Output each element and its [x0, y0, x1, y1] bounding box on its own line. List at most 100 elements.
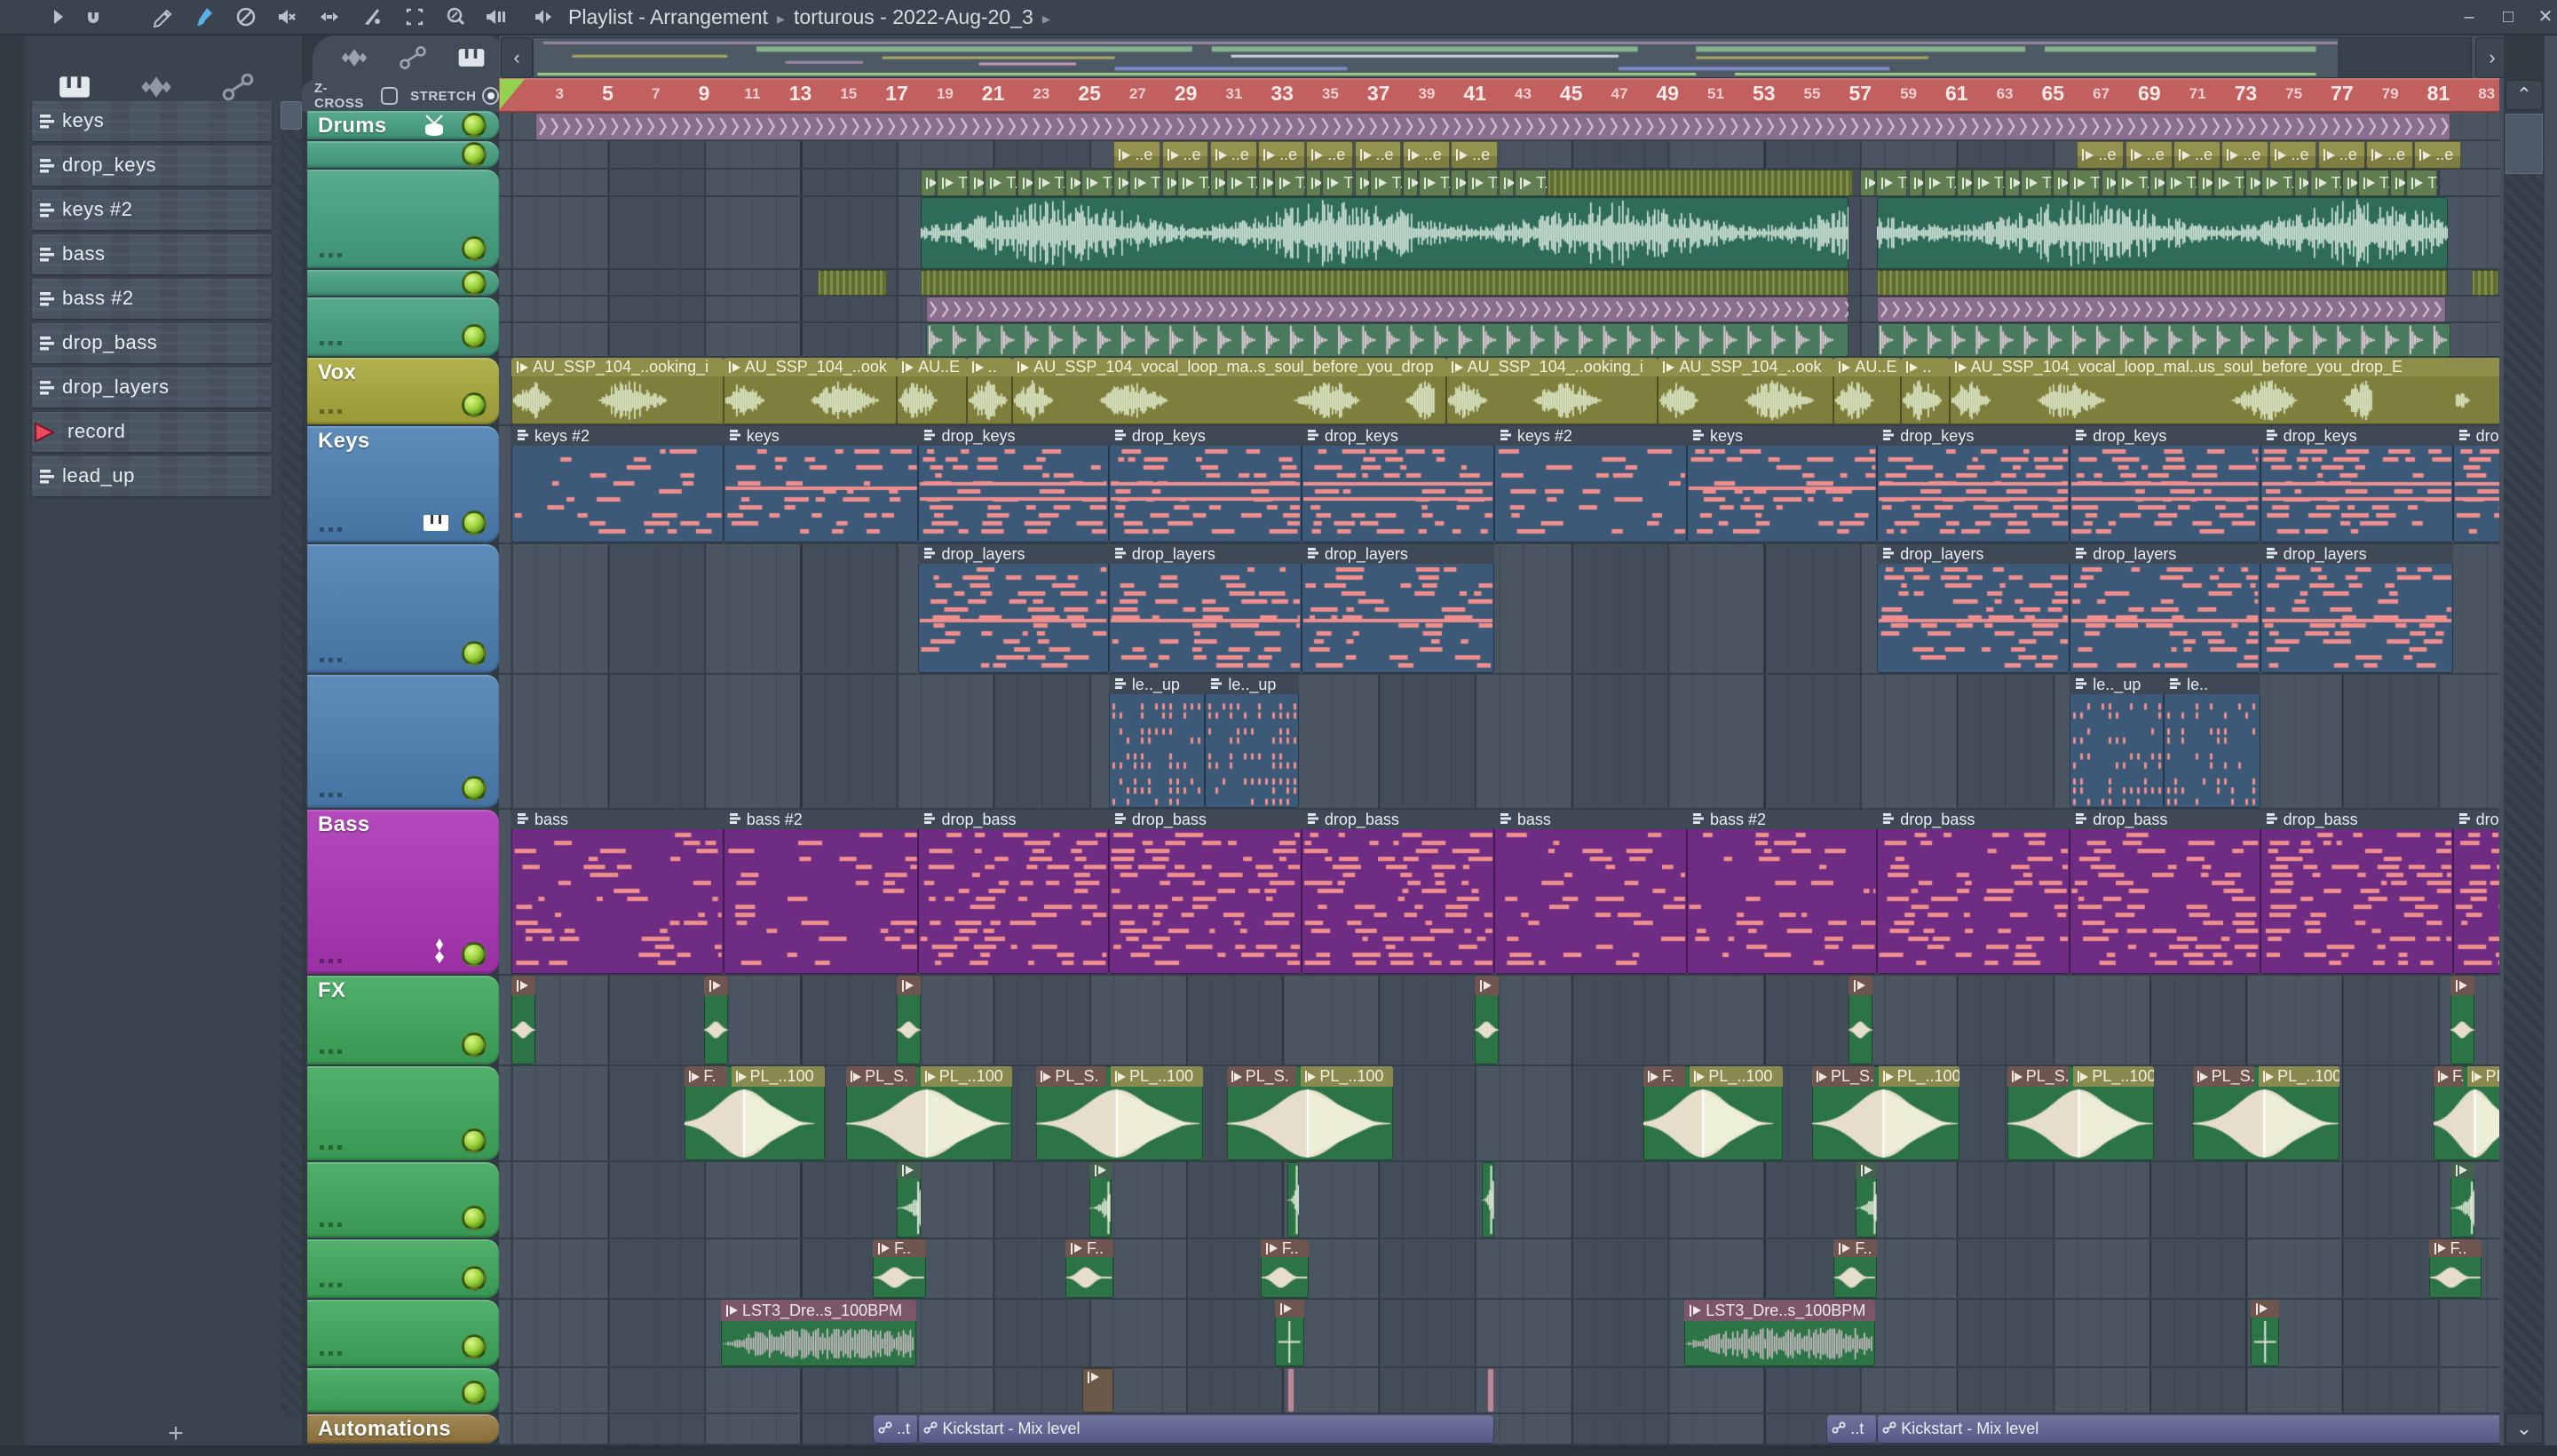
- track-header-drums-1[interactable]: [307, 141, 499, 168]
- track-mute-led[interactable]: [462, 942, 487, 967]
- playlist-clip-auto[interactable]: Kickstart - Mix level: [1877, 1414, 2499, 1444]
- playlist-clip-hit[interactable]: [2250, 1300, 2280, 1366]
- playlist-clip-fx3[interactable]: [897, 1162, 922, 1238]
- track-mute-led[interactable]: [462, 270, 487, 296]
- playlist-clip-stripe[interactable]: [817, 270, 888, 296]
- playlist-clip-twide[interactable]: T..: [1515, 170, 1547, 196]
- playlist-clip-tthin[interactable]: [1306, 170, 1322, 196]
- playlist-clip-pink[interactable]: [1486, 1368, 1494, 1412]
- playlist-clip-olive[interactable]: ..e: [2077, 141, 2125, 169]
- patterns-tab[interactable]: [51, 69, 105, 105]
- playlist-clip-riser[interactable]: F. PL_..100: [1643, 1066, 1784, 1160]
- paint-brush-icon[interactable]: [190, 4, 217, 29]
- playlist-clip-vox[interactable]: AU_SSP_104_vocal_loop_ma..s_soul_before_…: [1012, 358, 1446, 424]
- playlist-clip-midi[interactable]: drop_bass: [1108, 810, 1302, 974]
- track-mute-led[interactable]: [462, 142, 487, 167]
- track-header-drums-4[interactable]: [307, 297, 499, 356]
- playlist-clip-fx3[interactable]: [2450, 1162, 2475, 1238]
- track-mute-led[interactable]: [462, 510, 487, 535]
- playlist-clip-twide[interactable]: T..: [1418, 170, 1450, 196]
- playlist-clip-twide[interactable]: T..: [1972, 170, 2004, 196]
- pattern-item-lead-up[interactable]: lead_up: [32, 456, 272, 496]
- automation-tab[interactable]: [215, 69, 268, 105]
- playlist-clip-riser[interactable]: F. PL_..1: [2433, 1066, 2499, 1160]
- playlist-clip-tthin[interactable]: [2293, 170, 2309, 196]
- playlist-clip-midi[interactable]: drop_layers: [2070, 544, 2260, 673]
- playlist-clip-fx4[interactable]: F..: [1260, 1239, 1309, 1298]
- track-mute-led[interactable]: [462, 1033, 487, 1057]
- playlist-clip-tthin[interactable]: [1209, 170, 1225, 196]
- pattern-item-bass-2[interactable]: bass #2: [32, 279, 272, 319]
- playlist-clip-twide[interactable]: T..: [2261, 170, 2293, 196]
- playlist-clip-wave[interactable]: [1877, 197, 2449, 269]
- zcross-checkbox[interactable]: [380, 87, 399, 105]
- playlist-clip-vox[interactable]: ..: [966, 358, 1013, 424]
- track-header-drums-2[interactable]: [307, 170, 499, 268]
- playlist-clip-hats[interactable]: [535, 113, 2450, 140]
- playlist-clip-twide[interactable]: T..: [1924, 170, 1956, 196]
- playlist-clip-tthin[interactable]: [2005, 170, 2020, 196]
- playlist-clip-tthin[interactable]: [1354, 170, 1370, 196]
- playlist-clip-twide[interactable]: T..: [1876, 170, 1908, 196]
- playlist-clip-twide[interactable]: T..: [2406, 170, 2438, 196]
- playlist-clip-fx3[interactable]: [1286, 1162, 1300, 1238]
- playlist-clip-wave[interactable]: [921, 197, 1848, 269]
- playlist-clip-lead[interactable]: le.._up: [2070, 675, 2165, 808]
- playlist-clip-midi[interactable]: keys #2: [511, 426, 724, 542]
- playlist-clip-tthin[interactable]: [1065, 170, 1081, 196]
- playlist-clip-tthin[interactable]: [1017, 170, 1033, 196]
- playlist-clip-vox[interactable]: AU_SSP_104_vocal_loop_mal..us_soul_befor…: [1949, 358, 2499, 424]
- playlist-clip-auto[interactable]: ..t: [872, 1414, 919, 1444]
- playlist-clip-riser[interactable]: PL_S. PL_..100: [2007, 1066, 2155, 1160]
- playlist-clip-olive[interactable]: ..e: [2269, 141, 2317, 169]
- playlist-clip-hit[interactable]: [1275, 1300, 1304, 1366]
- playlist-clip-hats[interactable]: [1877, 297, 2446, 322]
- playlist-clip-midi[interactable]: keys: [723, 426, 919, 542]
- add-pattern-button[interactable]: +: [158, 1420, 194, 1447]
- playlist-clip-fx1[interactable]: [897, 976, 922, 1064]
- delete-slash-icon[interactable]: [233, 4, 259, 29]
- playlist-clip-tthin[interactable]: [2053, 170, 2069, 196]
- playlist-clip-midi[interactable]: drop_keys: [1108, 426, 1302, 542]
- track-header-fx[interactable]: FX: [307, 976, 499, 1064]
- track-mute-led[interactable]: [462, 324, 487, 349]
- playlist-clip-olive[interactable]: ..e: [1451, 141, 1498, 169]
- playlist-clip-olive[interactable]: ..e: [1354, 141, 1402, 169]
- playlist-clip-twide[interactable]: T..: [2213, 170, 2245, 196]
- playlist-clip-midi[interactable]: drop_bass: [1301, 810, 1494, 974]
- track-mute-led[interactable]: [462, 641, 487, 666]
- pattern-scrollbar-thumb[interactable]: [281, 101, 302, 130]
- playlist-clip-tthin[interactable]: [2245, 170, 2261, 196]
- track-mute-led[interactable]: [462, 776, 487, 801]
- playlist-clip-lead[interactable]: le.._up: [1205, 675, 1300, 808]
- track-mute-led[interactable]: [462, 1206, 487, 1230]
- playlist-clip-tthin[interactable]: [2197, 170, 2213, 196]
- track-header-keys[interactable]: Keys: [307, 426, 499, 542]
- slip-arrows-icon[interactable]: [316, 4, 343, 29]
- pattern-list-scrollbar[interactable]: [281, 101, 302, 1415]
- playlist-clip-tthin[interactable]: [1860, 170, 1876, 196]
- track-header-fx-2[interactable]: [307, 1162, 499, 1238]
- playlist-clip-midi[interactable]: drop_layers: [1877, 544, 2070, 673]
- playlist-clip-lead[interactable]: le.._up: [1108, 675, 1206, 808]
- playlist-clip-riser[interactable]: PL_S. PL_..100: [1812, 1066, 1959, 1160]
- playlist-clip-riser[interactable]: PL_S. PL_..100: [1036, 1066, 1203, 1160]
- playlist-clip-olive[interactable]: ..e: [1209, 141, 1257, 169]
- track-header-fx-5[interactable]: [307, 1368, 499, 1412]
- playlist-clip-twide[interactable]: T..: [2165, 170, 2197, 196]
- playlist-clip-olive[interactable]: ..e: [1113, 141, 1161, 169]
- playlist-clip-twide[interactable]: T..: [1081, 170, 1113, 196]
- playlist-clip-tthin[interactable]: [1956, 170, 1972, 196]
- playlist-clip-vox[interactable]: ..: [1901, 358, 1950, 424]
- playlist-clip-hats[interactable]: [925, 297, 1848, 322]
- playlist-clip-fx1[interactable]: [2450, 976, 2475, 1064]
- playlist-clip-tthin[interactable]: [1402, 170, 1418, 196]
- clip-tab-link-nodes-icon[interactable]: [394, 43, 435, 75]
- playlist-clip-fx4[interactable]: F..: [872, 1239, 926, 1298]
- pattern-item-drop-keys[interactable]: drop_keys: [32, 146, 272, 186]
- playlist-clip-vox[interactable]: AU_SSP_104_..ooking_i: [1445, 358, 1658, 424]
- playlist-clip-midi[interactable]: keys: [1686, 426, 1878, 542]
- track-header-fx-4[interactable]: [307, 1300, 499, 1366]
- playlist-clip-twide[interactable]: T..: [2117, 170, 2149, 196]
- playlist-clip-tthin[interactable]: [1908, 170, 1924, 196]
